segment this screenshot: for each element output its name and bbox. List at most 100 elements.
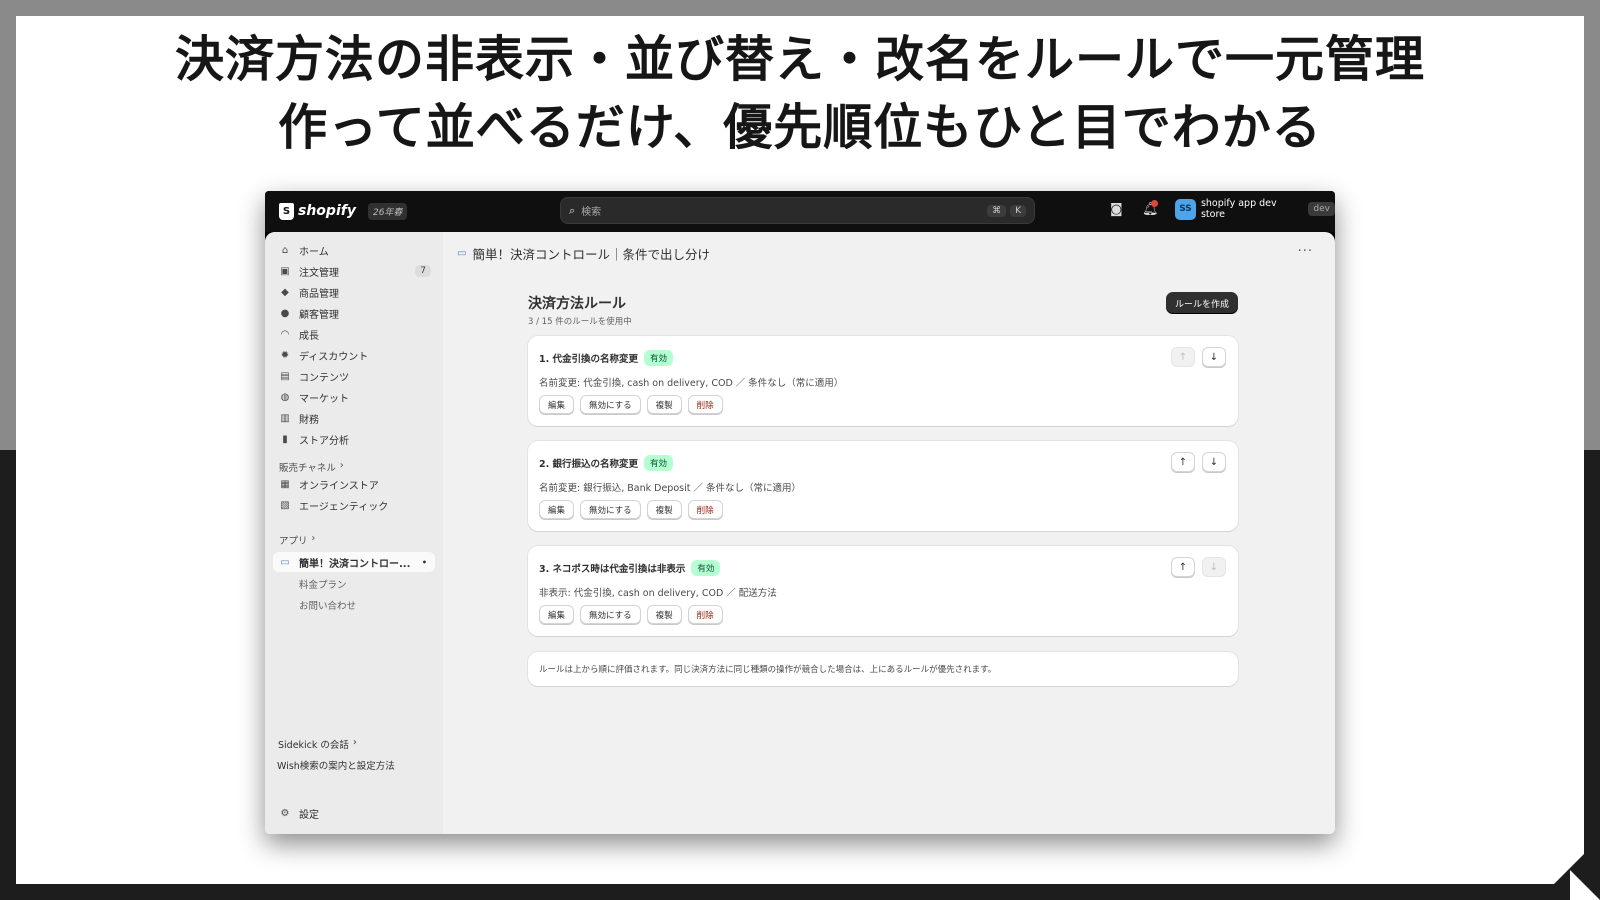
delete-button[interactable]: 削除 (687, 605, 723, 624)
duplicate-button[interactable]: 複製 (646, 605, 682, 624)
duplicate-button[interactable]: 複製 (646, 500, 682, 519)
disable-button[interactable]: 無効にする (580, 395, 641, 414)
apps-header[interactable]: アプリ › (279, 533, 315, 547)
rule-card-3: 3. ネコポス時は代金引換は非表示 有効 非表示: 代金引換, cash on … (528, 546, 1238, 636)
sidebar-item-app-active[interactable]: ▭ 簡単！決済コントロー... • (273, 552, 435, 572)
search-input[interactable]: ⌕ 検索 ⌘ K (560, 197, 1035, 224)
rule-title: 1. 代金引換の名称変更 (539, 354, 639, 365)
sidebar-item-label: 財務 (299, 414, 319, 426)
rule-title: 3. ネコポス時は代金引換は非表示 (539, 564, 686, 575)
sidebar-item-label: ホーム (299, 246, 329, 258)
rule-actions: 編集 無効にする 複製 削除 (539, 500, 723, 519)
sales-channels-header[interactable]: 販売チャネル › (279, 460, 344, 474)
sidebar-item-customers[interactable]: ● 顧客管理 (273, 303, 435, 323)
status-badge: 有効 (644, 455, 674, 471)
create-rule-button[interactable]: ルールを作成 (1166, 292, 1238, 314)
shopify-logo[interactable]: S shopify 26年春 (279, 200, 408, 222)
sidekick-conversations[interactable]: Sidekick の会話 › (278, 737, 357, 751)
sidebar-item-discounts[interactable]: ✹ ディスカウント (273, 345, 435, 365)
avatar: SS (1175, 198, 1196, 220)
page-header: ▭ 簡単！決済コントロール｜条件で出し分け (457, 244, 710, 263)
sidebar-item-label: 顧客管理 (299, 309, 339, 321)
sidebar: ⌂ ホーム ▣ 注文管理 7 ◆ 商品管理 ● 顧客管理 ◠ 成長 ✹ ディスカ… (265, 232, 443, 834)
home-icon: ⌂ (281, 244, 289, 256)
orders-count-badge: 7 (415, 265, 431, 277)
status-badge: 有効 (644, 350, 674, 366)
rule-card-1: 1. 代金引換の名称変更 有効 名前変更: 代金引換, cash on deli… (528, 336, 1238, 426)
sidebar-item-analytics[interactable]: ▮ ストア分析 (273, 429, 435, 449)
edit-button[interactable]: 編集 (539, 605, 575, 624)
pin-dot-icon: • (421, 557, 427, 567)
arrow-down-icon[interactable]: ↓ (1202, 347, 1226, 367)
store-icon: ▦ (280, 478, 290, 490)
sidebar-item-finance[interactable]: ▥ 財務 (273, 408, 435, 428)
edit-button[interactable]: 編集 (539, 395, 575, 414)
sidebar-item-label: ディスカウント (299, 351, 369, 363)
app-card-icon: ▭ (280, 556, 290, 568)
sidebar-item-label: 簡単！決済コントロー... (299, 558, 411, 570)
rules-usage-count: 3 / 15 件のルールを使用中 (528, 317, 632, 327)
more-options-icon[interactable]: ··· (1298, 244, 1313, 259)
sidebar-item-content[interactable]: ▤ コンテンツ (273, 366, 435, 386)
sidebar-item-home[interactable]: ⌂ ホーム (273, 240, 435, 260)
headline-line-1: 決済方法の非表示・並び替え・改名をルールで一元管理 (174, 31, 1425, 88)
kbd-k: K (1010, 204, 1026, 217)
sidekick-icon[interactable]: ◙ (1110, 202, 1123, 217)
sidebar-item-products[interactable]: ◆ 商品管理 (273, 282, 435, 302)
arrow-up-icon[interactable]: ↑ (1171, 557, 1195, 577)
duplicate-button[interactable]: 複製 (646, 395, 682, 414)
edit-button[interactable]: 編集 (539, 500, 575, 519)
delete-button[interactable]: 削除 (687, 500, 723, 519)
sidebar-item-markets[interactable]: ◍ マーケット (273, 387, 435, 407)
globe-icon: ◍ (280, 391, 290, 403)
rule-actions: 編集 無効にする 複製 削除 (539, 395, 723, 414)
store-switcher[interactable]: SS shopify app dev store dev (1175, 198, 1335, 220)
page-title: 簡単！決済コントロール｜条件で出し分け (472, 247, 710, 262)
bank-icon: ▥ (280, 412, 290, 424)
sidebar-item-label: コンテンツ (299, 372, 349, 384)
sidebar-subitem-contact[interactable]: お問い合わせ (299, 598, 356, 612)
logo-text: shopify (298, 203, 356, 219)
gear-icon: ⚙ (280, 807, 290, 819)
rule-title-row: 3. ネコポス時は代金引換は非表示 有効 (539, 560, 721, 576)
arrow-down-icon[interactable]: ↓ (1202, 452, 1226, 472)
rule-title: 2. 銀行振込の名称変更 (539, 459, 639, 470)
person-icon: ● (280, 307, 290, 319)
sidebar-item-settings[interactable]: ⚙ 設定 (273, 803, 435, 823)
search-icon: ⌕ (569, 203, 576, 217)
sidebar-item-online-store[interactable]: ▦ オンラインストア (273, 474, 435, 494)
reorder-buttons: ↑ ↓ (1171, 347, 1226, 367)
rule-title-row: 1. 代金引換の名称変更 有効 (539, 350, 674, 366)
chevron-right-icon: › (339, 460, 344, 471)
kbd-cmd: ⌘ (987, 204, 1007, 217)
sidebar-item-label: 注文管理 (299, 267, 339, 279)
rule-description: 名前変更: 銀行振込, Bank Deposit ／ 条件なし（常に適用） (539, 483, 801, 494)
tag-icon: ◆ (281, 286, 289, 298)
disable-button[interactable]: 無効にする (580, 500, 641, 519)
app-window: S shopify 26年春 ⌕ 検索 ⌘ K ◙ 🔔︎ SS shopify … (265, 191, 1335, 834)
search-shortcut: ⌘ K (987, 204, 1026, 217)
wish-label: Wish検索の案内と設定方法 (277, 761, 395, 772)
agentic-icon: ▧ (280, 499, 290, 511)
sidebar-item-growth[interactable]: ◠ 成長 (273, 324, 435, 344)
wish-guide-link[interactable]: Wish検索の案内と設定方法 (277, 758, 395, 772)
arrow-up-icon[interactable]: ↑ (1171, 452, 1195, 472)
shopify-bag-icon: S (279, 202, 294, 220)
inbox-icon: ▣ (280, 265, 290, 277)
store-badge: dev (1308, 202, 1335, 216)
arrow-down-icon: ↓ (1202, 557, 1226, 577)
sidebar-item-label: オンラインストア (299, 480, 379, 492)
disable-button[interactable]: 無効にする (580, 605, 641, 624)
headline: 決済方法の非表示・並び替え・改名をルールで一元管理 作って並べるだけ、優先順位も… (16, 26, 1584, 162)
sidebar-item-agentic[interactable]: ▧ エージェンティック (273, 495, 435, 515)
chevron-right-icon: › (311, 533, 316, 544)
headline-line-2: 作って並べるだけ、優先順位もひと目でわかる (278, 99, 1322, 156)
edition-badge: 26年春 (367, 202, 408, 220)
content-icon: ▤ (280, 370, 290, 382)
sidebar-item-label: 商品管理 (299, 288, 339, 300)
sidebar-subitem-pricing[interactable]: 料金プラン (299, 577, 347, 591)
delete-button[interactable]: 削除 (687, 395, 723, 414)
sidebar-item-label: 成長 (299, 330, 319, 342)
sidebar-item-orders[interactable]: ▣ 注文管理 7 (273, 261, 435, 281)
notification-dot (1151, 200, 1158, 207)
